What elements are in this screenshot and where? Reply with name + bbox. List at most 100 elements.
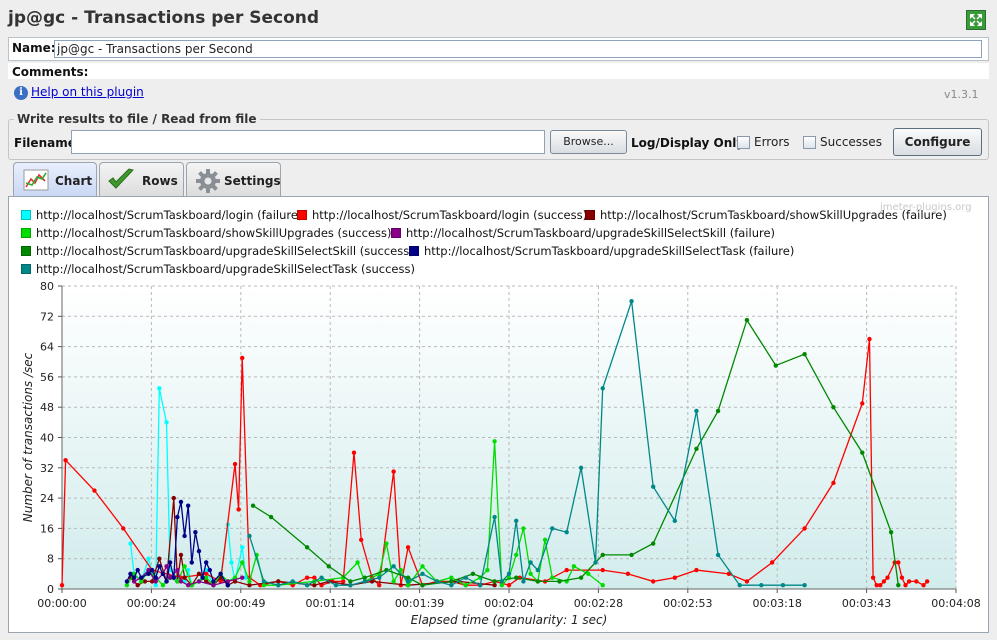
data-point (557, 579, 562, 584)
data-point (240, 560, 245, 565)
data-point (715, 552, 721, 558)
data-point (185, 583, 191, 588)
data-point (802, 351, 807, 357)
data-point (175, 567, 180, 573)
data-point (903, 583, 908, 588)
data-point (405, 583, 411, 588)
data-point (535, 567, 541, 573)
data-point (449, 575, 454, 580)
data-point (514, 518, 519, 524)
data-point (211, 583, 216, 588)
data-point (211, 579, 216, 584)
data-point (189, 560, 194, 565)
data-point (124, 579, 130, 584)
data-point (139, 575, 144, 580)
data-point (831, 480, 836, 486)
data-point (377, 583, 382, 588)
data-point (921, 583, 926, 588)
data-point (492, 514, 497, 520)
data-point (185, 503, 191, 508)
data-point (391, 469, 396, 474)
data-point (355, 560, 360, 565)
data-point (164, 579, 169, 584)
data-point (578, 575, 584, 580)
data-point (135, 567, 140, 573)
x-tick-label: 00:02:28 (574, 597, 623, 610)
data-point (340, 579, 346, 584)
data-point (773, 363, 778, 368)
data-point (348, 583, 353, 588)
data-point (694, 408, 699, 414)
data-point (225, 583, 231, 588)
y-tick-label: 80 (40, 280, 54, 293)
data-point (463, 583, 468, 588)
data-point (463, 575, 468, 580)
data-point (178, 499, 184, 505)
data-point (802, 583, 807, 588)
data-point (207, 567, 212, 573)
data-point (348, 579, 353, 584)
data-point (149, 567, 155, 573)
data-point (420, 583, 425, 588)
x-tick-label: 00:03:18 (752, 597, 801, 610)
data-point (160, 571, 166, 577)
x-axis-label: Elapsed time (granularity: 1 sec) (411, 613, 608, 627)
data-point (420, 564, 425, 569)
data-point (521, 526, 526, 531)
data-point (131, 579, 137, 584)
data-point (203, 560, 209, 565)
data-point (924, 579, 930, 584)
data-point (59, 583, 65, 588)
data-point (135, 583, 140, 588)
y-tick-label: 24 (40, 492, 54, 505)
data-point (694, 567, 699, 573)
data-point (514, 575, 519, 580)
data-point (906, 579, 912, 584)
x-tick-label: 00:00:49 (216, 597, 265, 610)
data-point (600, 386, 605, 391)
data-point (384, 541, 389, 546)
data-point (359, 537, 364, 542)
data-point (492, 583, 497, 588)
data-point (542, 537, 548, 542)
data-point (304, 545, 310, 550)
data-point (780, 583, 786, 588)
x-tick-label: 00:03:43 (842, 597, 891, 610)
data-point (240, 575, 245, 580)
data-point (672, 518, 678, 524)
data-point (232, 461, 238, 467)
data-point (405, 545, 411, 550)
data-point (672, 575, 678, 580)
data-point (744, 579, 750, 584)
data-point (650, 484, 656, 489)
data-point (477, 583, 483, 588)
data-point (896, 560, 901, 565)
data-point (128, 571, 133, 577)
x-tick-label: 00:01:39 (395, 597, 444, 610)
data-point (499, 583, 504, 588)
data-point (405, 579, 411, 584)
data-point (182, 533, 187, 539)
data-point (650, 579, 656, 584)
data-point (885, 575, 890, 580)
data-point (535, 579, 541, 584)
y-tick-label: 40 (40, 432, 54, 445)
data-point (831, 405, 836, 410)
data-point (802, 526, 807, 531)
data-point (578, 465, 584, 470)
data-point (153, 583, 158, 588)
data-point (250, 503, 256, 508)
data-point (485, 567, 490, 573)
data-point (391, 564, 396, 569)
data-point (769, 560, 775, 565)
data-point (564, 529, 569, 535)
data-point (351, 450, 357, 455)
data-point (146, 556, 151, 561)
data-point (860, 450, 865, 455)
y-tick-label: 0 (47, 583, 54, 596)
data-point (175, 514, 180, 520)
data-point (593, 560, 598, 565)
data-point (63, 458, 68, 463)
data-point (499, 579, 504, 584)
data-point (759, 583, 764, 588)
